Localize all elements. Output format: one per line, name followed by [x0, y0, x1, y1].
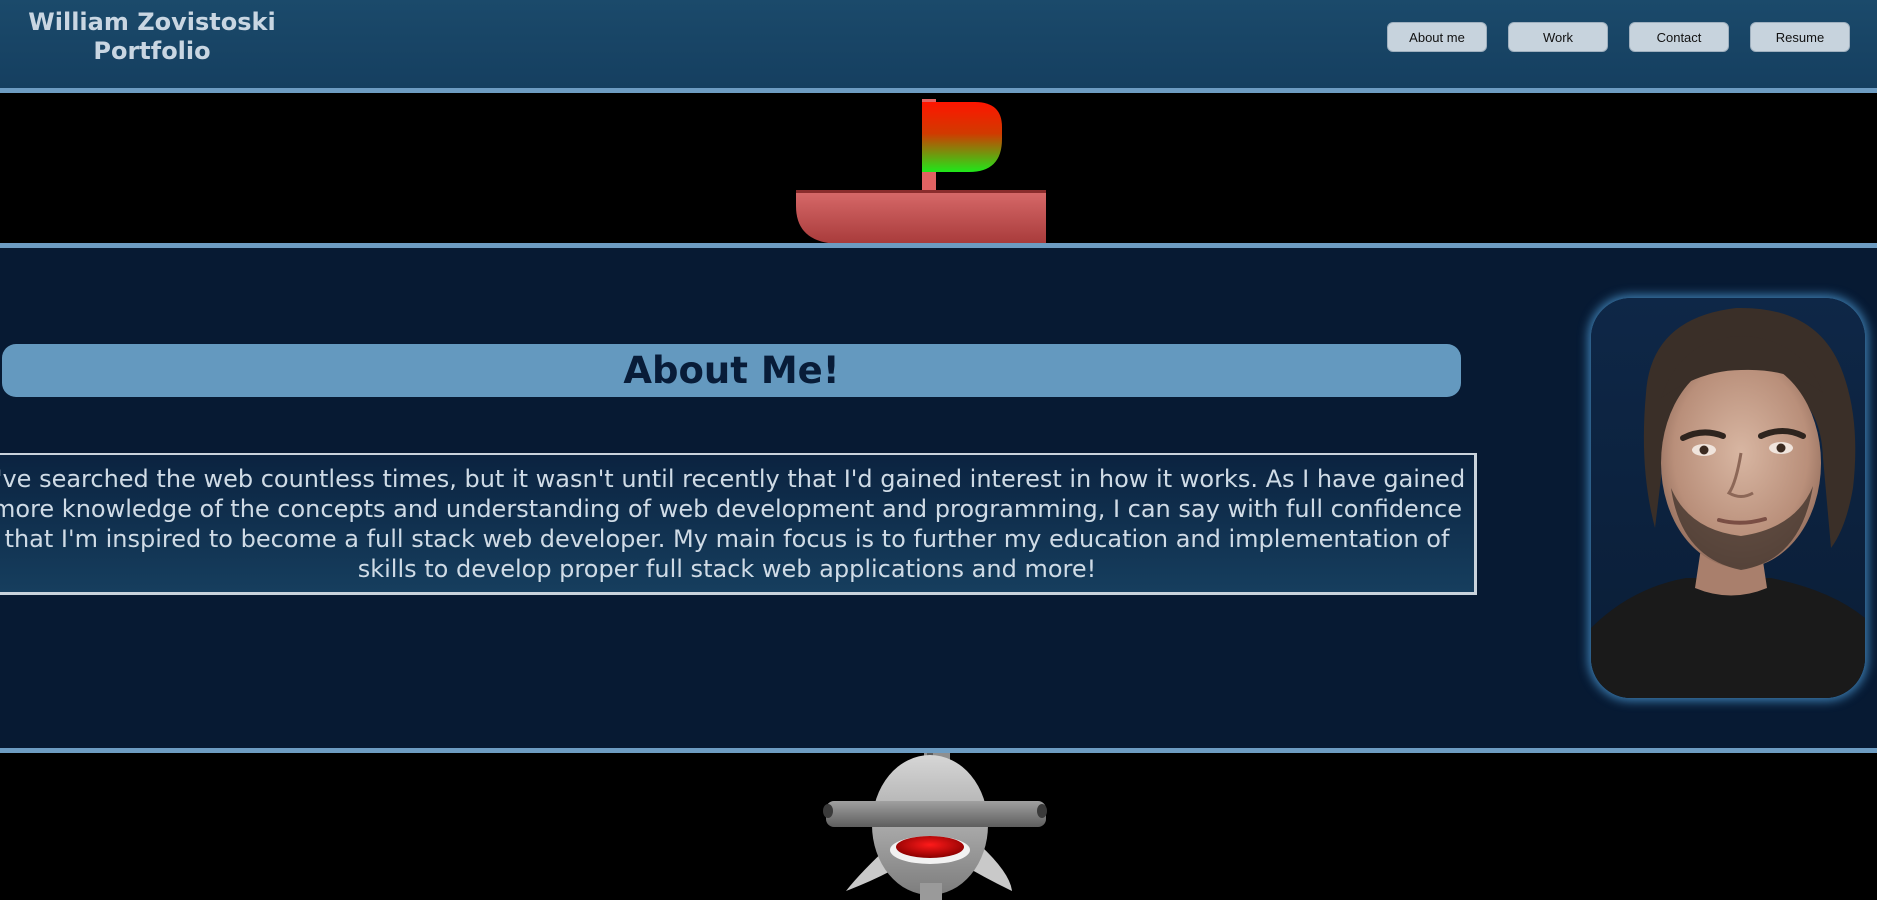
nav-resume-button[interactable]: Resume	[1750, 22, 1850, 52]
about-text-box: I've searched the web countless times, b…	[0, 453, 1477, 595]
boat-icon	[796, 99, 1046, 244]
brand-subtitle: Portfolio	[93, 37, 211, 65]
brand-name: William Zovistoski	[28, 8, 276, 36]
boat-band	[0, 93, 1877, 244]
submarine-icon	[823, 753, 1047, 900]
nav-contact-button[interactable]: Contact	[1629, 22, 1729, 52]
nav-work-button[interactable]: Work	[1508, 22, 1608, 52]
portrait-photo	[1591, 298, 1865, 698]
about-body: I've searched the web countless times, b…	[0, 464, 1466, 583]
submarine-band	[0, 753, 1877, 900]
nav-about-button[interactable]: About me	[1387, 22, 1487, 52]
page: William Zovistoski Portfolio About me Wo…	[0, 0, 1877, 900]
about-title: About Me!	[623, 349, 840, 392]
about-section: About Me! I've searched the web countles…	[0, 248, 1877, 748]
site-header: William Zovistoski Portfolio About me Wo…	[0, 0, 1877, 88]
about-title-bar: About Me!	[2, 344, 1461, 397]
site-brand[interactable]: William Zovistoski Portfolio	[22, 8, 282, 66]
portrait-illustration	[1591, 298, 1865, 698]
main-nav: About me Work Contact Resume	[1387, 22, 1850, 52]
